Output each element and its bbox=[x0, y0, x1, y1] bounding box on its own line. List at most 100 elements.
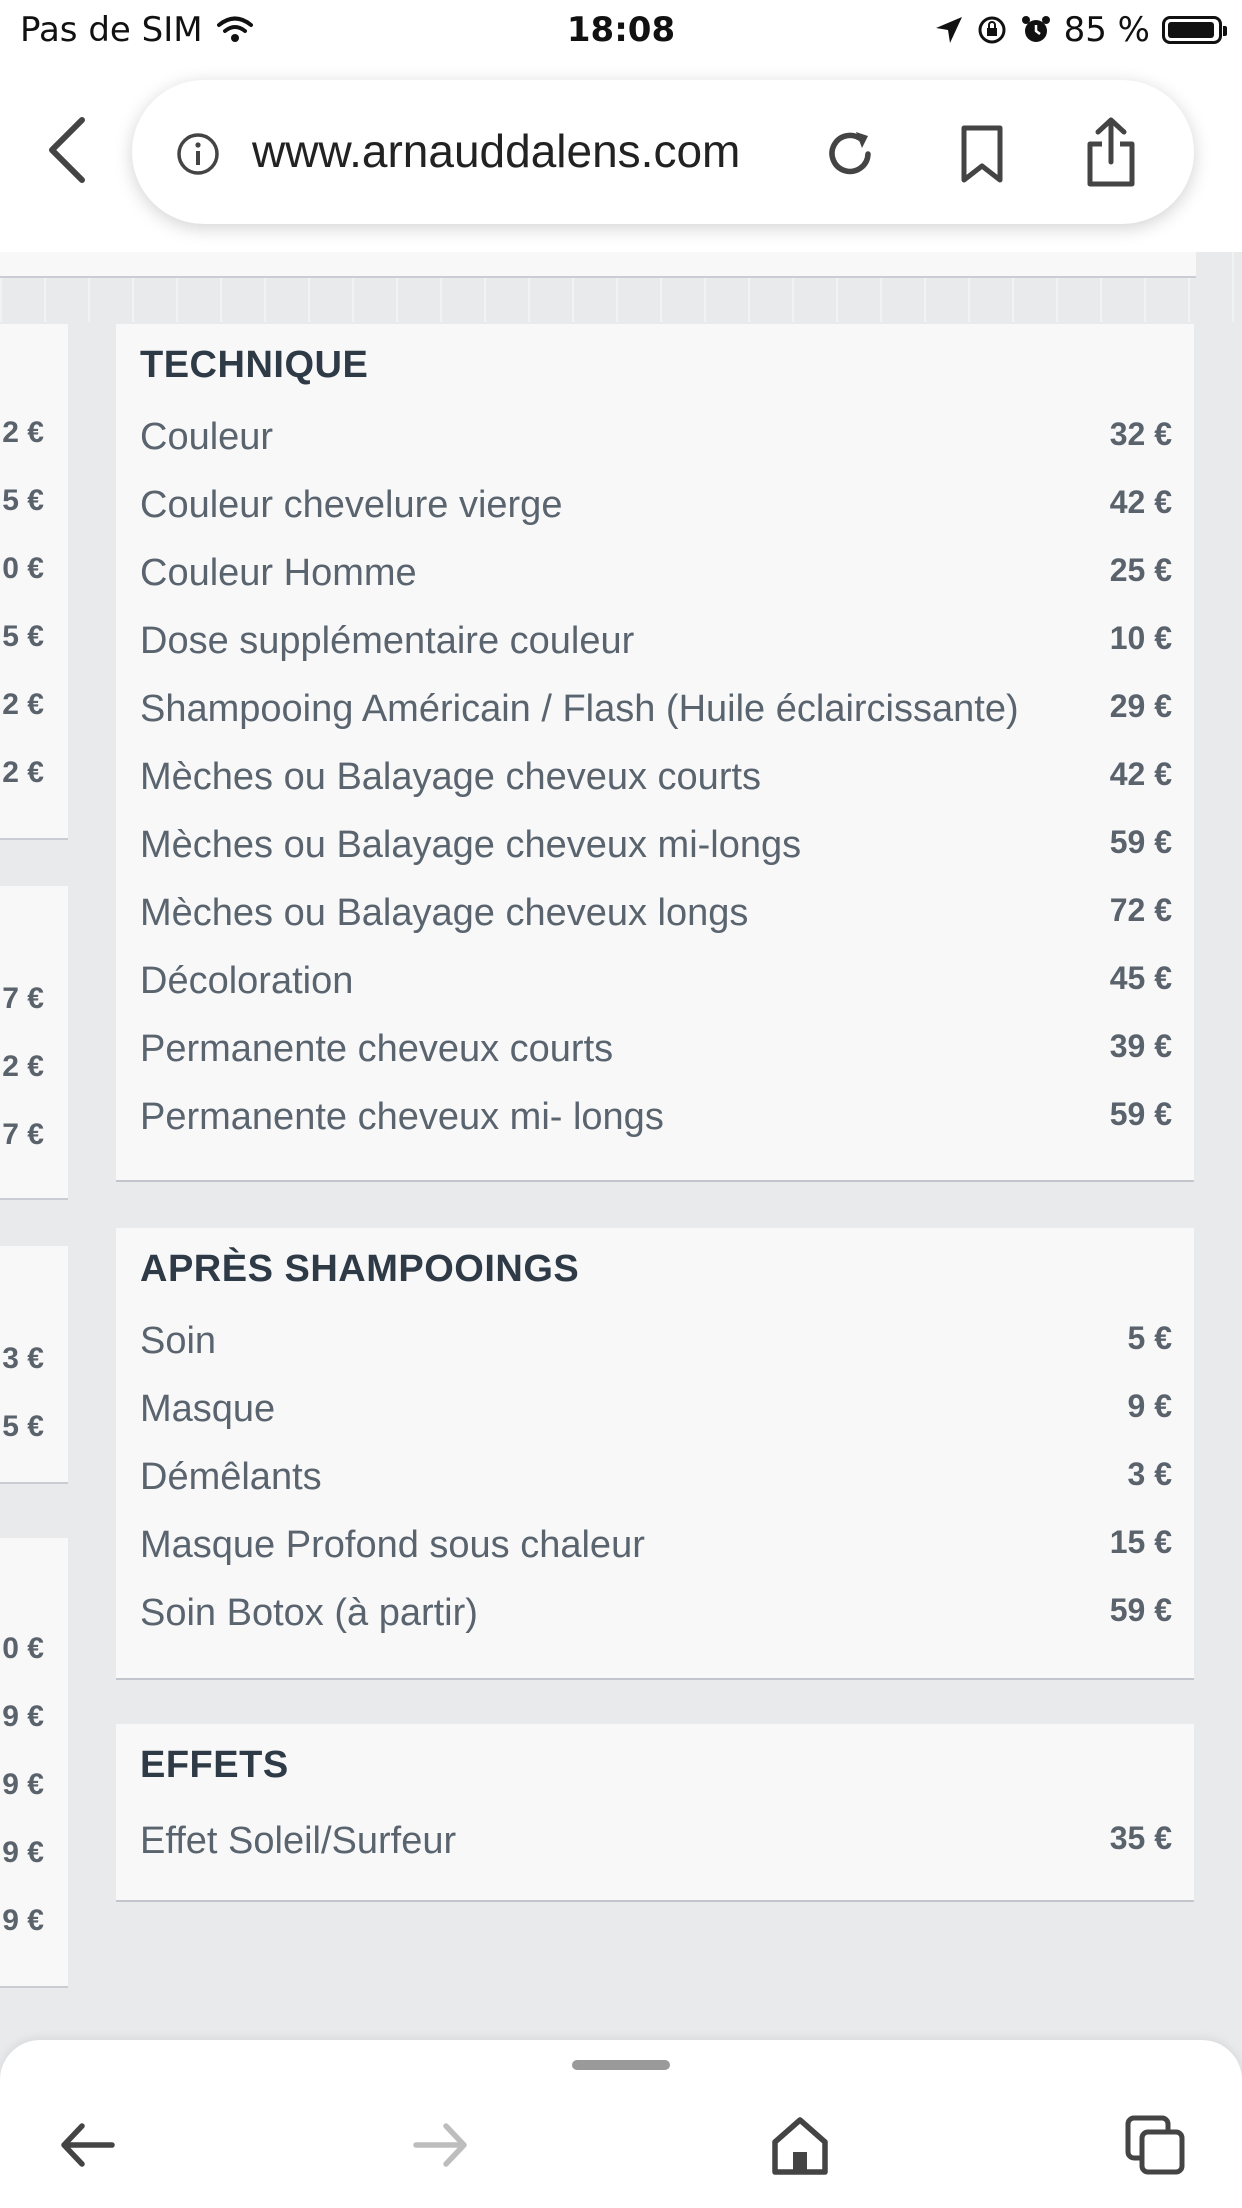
price-row: Masque 9 € bbox=[140, 1388, 1172, 1456]
price-row: Couleur Homme 25 € bbox=[140, 552, 1172, 620]
orientation-lock-icon bbox=[978, 16, 1006, 44]
left-card-4: 0 € 9 € 9 € 9 € 9 € bbox=[0, 1538, 68, 1988]
apres-shampooings-card: APRÈS SHAMPOOINGS Soin 5 € Masque 9 € Démê… bbox=[116, 1228, 1194, 1680]
service-name: Démêlants bbox=[140, 1456, 322, 1498]
service-price: 42 € bbox=[1109, 756, 1172, 792]
price-row: Couleur 32 € bbox=[140, 416, 1172, 484]
left-price: 9 € bbox=[2, 1700, 44, 1733]
price-row: Mèches ou Balayage cheveux longs 72 € bbox=[140, 892, 1172, 960]
service-price: 42 € bbox=[1109, 484, 1172, 520]
previous-card-edge bbox=[0, 252, 1196, 278]
service-price: 15 € bbox=[1109, 1524, 1172, 1560]
browser-top-bar: www.arnauddalens.com bbox=[0, 62, 1242, 252]
price-row: Shampooing Américain / Flash (Huile écla… bbox=[140, 688, 1172, 756]
left-price: 5 € bbox=[2, 1410, 44, 1443]
service-name: Mèches ou Balayage cheveux longs bbox=[140, 892, 749, 934]
service-name: Permanente cheveux mi- longs bbox=[140, 1096, 664, 1138]
service-name: Effet Soleil/Surfeur bbox=[140, 1820, 457, 1862]
battery-percentage: 85 % bbox=[1063, 10, 1150, 50]
section-title: TECHNIQUE bbox=[140, 344, 369, 386]
back-arrow-icon[interactable] bbox=[52, 2110, 122, 2180]
section-title: EFFETS bbox=[140, 1744, 289, 1786]
service-name: Shampooing Américain / Flash (Huile écla… bbox=[140, 688, 1019, 730]
share-icon[interactable] bbox=[1084, 116, 1138, 188]
service-price: 9 € bbox=[1127, 1388, 1172, 1424]
service-price: 59 € bbox=[1109, 824, 1172, 860]
service-price: 39 € bbox=[1109, 1028, 1172, 1064]
left-price: 2 € bbox=[2, 416, 44, 449]
bookmark-icon[interactable] bbox=[958, 124, 1006, 184]
service-price: 59 € bbox=[1109, 1096, 1172, 1132]
price-row: Masque Profond sous chaleur 15 € bbox=[140, 1524, 1172, 1592]
price-row: Démêlants 3 € bbox=[140, 1456, 1172, 1524]
service-name: Couleur chevelure vierge bbox=[140, 484, 563, 526]
drag-handle[interactable] bbox=[572, 2060, 670, 2070]
alarm-icon bbox=[1021, 16, 1050, 42]
service-price: 32 € bbox=[1109, 416, 1172, 452]
browser-bottom-toolbar bbox=[0, 2040, 1242, 2208]
left-price: 9 € bbox=[2, 1904, 44, 1937]
service-price: 35 € bbox=[1109, 1820, 1172, 1856]
price-row: Mèches ou Balayage cheveux courts 42 € bbox=[140, 756, 1172, 824]
service-name: Couleur Homme bbox=[140, 552, 417, 594]
left-price: 0 € bbox=[2, 552, 44, 585]
left-price: 9 € bbox=[2, 1836, 44, 1869]
price-row: Décoloration 45 € bbox=[140, 960, 1172, 1028]
technique-card: TECHNIQUE Couleur 32 € Couleur chevelure … bbox=[116, 324, 1194, 1182]
left-card-1: 2 € 5 € 0 € 5 € 2 € 2 € bbox=[0, 324, 68, 840]
reload-icon[interactable] bbox=[822, 126, 878, 182]
left-price: 2 € bbox=[2, 1050, 44, 1083]
price-row: Effet Soleil/Surfeur 35 € bbox=[140, 1820, 1172, 1888]
status-bar: Pas de SIM 18:08 85 % bbox=[0, 0, 1242, 62]
service-name: Masque Profond sous chaleur bbox=[140, 1524, 645, 1566]
back-chevron-icon[interactable] bbox=[40, 114, 96, 186]
left-price: 7 € bbox=[2, 1118, 44, 1151]
left-price: 2 € bbox=[2, 688, 44, 721]
effets-card: EFFETS Effet Soleil/Surfeur 35 € bbox=[116, 1724, 1194, 1902]
section-title: APRÈS SHAMPOOINGS bbox=[140, 1248, 580, 1290]
service-price: 5 € bbox=[1127, 1320, 1172, 1356]
price-row: Permanente cheveux courts 39 € bbox=[140, 1028, 1172, 1096]
url-text[interactable]: www.arnauddalens.com bbox=[252, 124, 740, 178]
price-row: Dose supplémentaire couleur 10 € bbox=[140, 620, 1172, 688]
service-name: Soin bbox=[140, 1320, 217, 1362]
service-name: Dose supplémentaire couleur bbox=[140, 620, 635, 662]
service-name: Couleur bbox=[140, 416, 274, 458]
price-row: Couleur chevelure vierge 42 € bbox=[140, 484, 1172, 552]
left-price: 7 € bbox=[2, 982, 44, 1015]
left-price: 0 € bbox=[2, 1632, 44, 1665]
location-arrow-icon bbox=[935, 17, 962, 43]
price-row: Soin Botox (à partir) 59 € bbox=[140, 1592, 1172, 1660]
home-icon[interactable] bbox=[765, 2110, 835, 2180]
left-price: 3 € bbox=[2, 1342, 44, 1375]
service-price: 25 € bbox=[1109, 552, 1172, 588]
service-price: 29 € bbox=[1109, 688, 1172, 724]
left-card-2: 7 € 2 € 7 € bbox=[0, 886, 68, 1200]
price-row: Soin 5 € bbox=[140, 1320, 1172, 1388]
service-price: 10 € bbox=[1109, 620, 1172, 656]
left-price: 9 € bbox=[2, 1768, 44, 1801]
left-card-3: 3 € 5 € bbox=[0, 1246, 68, 1484]
service-name: Mèches ou Balayage cheveux mi-longs bbox=[140, 824, 802, 866]
page-content: 2 € 5 € 0 € 5 € 2 € 2 € 7 € 2 € 7 € 3 € … bbox=[0, 252, 1242, 2042]
service-price: 59 € bbox=[1109, 1592, 1172, 1628]
tabs-icon[interactable] bbox=[1120, 2110, 1190, 2180]
service-price: 45 € bbox=[1109, 960, 1172, 996]
service-name: Soin Botox (à partir) bbox=[140, 1592, 478, 1634]
info-icon[interactable] bbox=[176, 132, 220, 176]
service-price: 72 € bbox=[1109, 892, 1172, 928]
left-price: 2 € bbox=[2, 756, 44, 789]
address-bar[interactable]: www.arnauddalens.com bbox=[132, 80, 1194, 224]
status-right: 85 % bbox=[934, 10, 1227, 50]
battery-icon bbox=[1162, 16, 1227, 44]
price-row: Mèches ou Balayage cheveux mi-longs 59 € bbox=[140, 824, 1172, 892]
service-name: Décoloration bbox=[140, 960, 354, 1002]
service-name: Permanente cheveux courts bbox=[140, 1028, 614, 1070]
left-price: 5 € bbox=[2, 484, 44, 517]
forward-arrow-icon[interactable] bbox=[406, 2110, 476, 2180]
service-price: 3 € bbox=[1127, 1456, 1172, 1492]
service-name: Masque bbox=[140, 1388, 276, 1430]
service-name: Mèches ou Balayage cheveux courts bbox=[140, 756, 762, 798]
left-price: 5 € bbox=[2, 620, 44, 653]
price-row: Permanente cheveux mi- longs 59 € bbox=[140, 1096, 1172, 1164]
